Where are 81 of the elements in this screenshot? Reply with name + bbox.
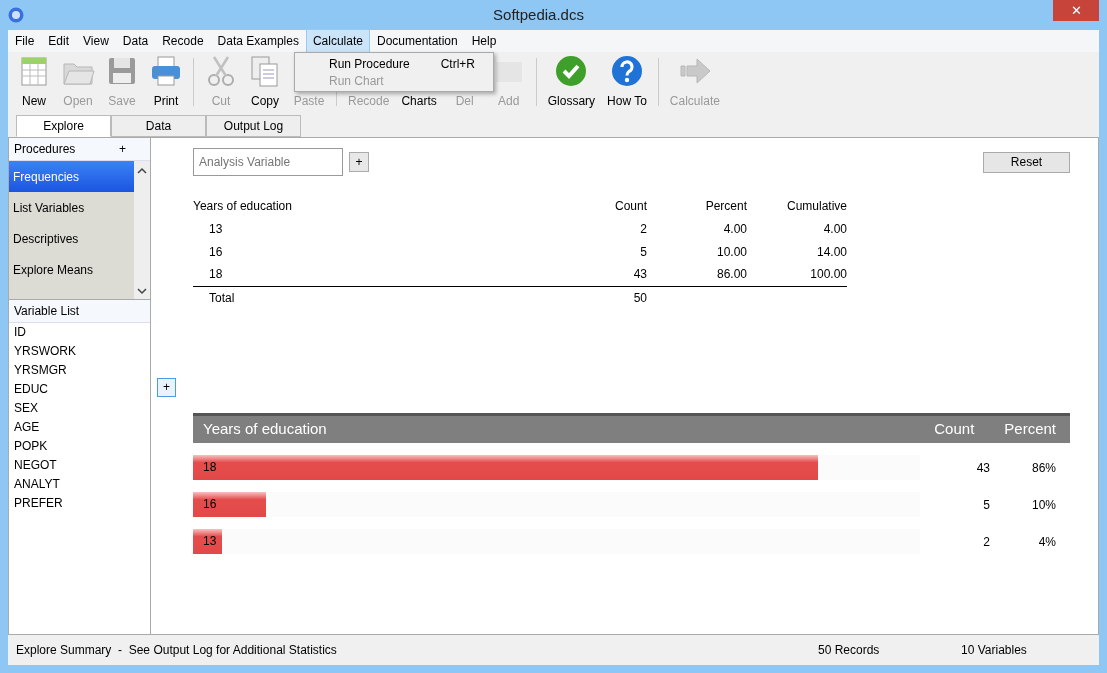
tab[interactable]: Data: [111, 115, 206, 137]
table-cell: 43: [976, 460, 990, 475]
table-cell: 100.00: [810, 267, 847, 282]
table-cell: 4.00: [723, 221, 747, 236]
variable-item[interactable]: ID: [9, 323, 150, 342]
menu-item[interactable]: Recode: [155, 29, 211, 53]
variable-item[interactable]: POPK: [9, 437, 150, 456]
table-cell: Total: [209, 290, 235, 305]
menu-item[interactable]: Calculate: [305, 29, 370, 53]
table-cell: 2: [640, 221, 647, 236]
menu-item[interactable]: Help: [464, 29, 504, 53]
table-cell: 5: [640, 244, 647, 259]
bar: 13: [193, 529, 223, 554]
menu-item[interactable]: File: [8, 29, 42, 53]
app-icon: [8, 7, 24, 23]
printer-icon: [149, 54, 183, 88]
column-header: Percent: [705, 198, 747, 213]
toolbar-button[interactable]: Print: [152, 94, 180, 108]
add-button[interactable]: +: [349, 152, 369, 172]
toolbar-button[interactable]: How To: [606, 94, 648, 108]
table-cell: 10.00: [716, 244, 747, 259]
scroll-up-icon[interactable]: [137, 167, 147, 175]
procedure-item[interactable]: List Variables: [9, 192, 134, 223]
table-cell: 43: [633, 267, 647, 282]
add-button[interactable]: +: [119, 140, 126, 158]
table-cell: 50: [633, 290, 647, 305]
variable-item[interactable]: AGE: [9, 418, 150, 437]
menu-item[interactable]: Data Examples: [210, 29, 306, 53]
reset-button[interactable]: Reset: [983, 151, 1070, 173]
procedure-item[interactable]: Descriptives: [9, 223, 134, 254]
column-header: Years of education: [203, 419, 328, 440]
scroll-down-icon[interactable]: [137, 287, 147, 295]
variable-item[interactable]: SEX: [9, 399, 150, 418]
procedure-item[interactable]: Explore Means: [9, 254, 134, 285]
variable-item[interactable]: YRSWORK: [9, 342, 150, 361]
column-header: Count: [934, 419, 975, 440]
panel-title: Variable List: [9, 299, 150, 323]
toolbar-button[interactable]: Glossary: [546, 94, 597, 108]
table-cell: 2: [983, 534, 990, 549]
status-text: 50 Records: [818, 642, 881, 659]
help-icon: [609, 54, 644, 88]
panel-title: Procedures: [14, 141, 76, 158]
variable-item[interactable]: PREFER: [9, 494, 150, 513]
check-icon: [554, 54, 589, 88]
table-cell: 16: [209, 244, 223, 259]
table-cell: 18: [209, 267, 223, 282]
variable-item[interactable]: ANALYT: [9, 475, 150, 494]
table-cell: 86.00: [716, 267, 747, 282]
column-header: Count: [614, 198, 647, 213]
table-cell: 86%: [1031, 460, 1056, 475]
status-text: Explore Summary - See Output Log for Additional Statistics: [16, 642, 338, 659]
procedure-item[interactable]: Frequencies: [9, 161, 134, 192]
variable-item[interactable]: EDUC: [9, 380, 150, 399]
toolbar-button[interactable]: Copy: [250, 94, 280, 108]
table-cell: 4%: [1038, 534, 1056, 549]
column-header: Cumulative: [786, 198, 847, 213]
menu-item[interactable]: Edit: [41, 29, 77, 53]
menu-item[interactable]: Run Procedure Ctrl+R: [295, 55, 493, 72]
menu-item[interactable]: View: [76, 29, 116, 53]
bar: 16: [193, 492, 266, 517]
variable-field[interactable]: Analysis Variable: [193, 148, 343, 176]
status-text: 10 Variables: [961, 642, 1028, 659]
table-cell: 13: [209, 221, 223, 236]
tab[interactable]: Output Log: [206, 115, 301, 137]
variable-item[interactable]: NEGOT: [9, 456, 150, 475]
menu-item[interactable]: Documentation: [369, 29, 465, 53]
close-button[interactable]: ✕: [1053, 0, 1099, 21]
toolbar-button[interactable]: Charts: [400, 94, 438, 108]
table-cell: 10%: [1031, 497, 1056, 512]
table-cell: 5: [983, 497, 990, 512]
menu-item[interactable]: Data: [115, 29, 156, 53]
table-cell: 4.00: [823, 221, 847, 236]
variable-item[interactable]: YRSMGR: [9, 361, 150, 380]
add-button[interactable]: +: [157, 378, 176, 397]
table-cell: 14.00: [816, 244, 847, 259]
tab[interactable]: Explore: [16, 115, 111, 137]
bar: 18: [193, 455, 819, 480]
toolbar-button[interactable]: New: [21, 94, 47, 108]
window-title: Softpedia.dcs: [492, 4, 585, 25]
column-header: Years of education: [193, 198, 292, 213]
column-header: Percent: [1004, 419, 1056, 440]
